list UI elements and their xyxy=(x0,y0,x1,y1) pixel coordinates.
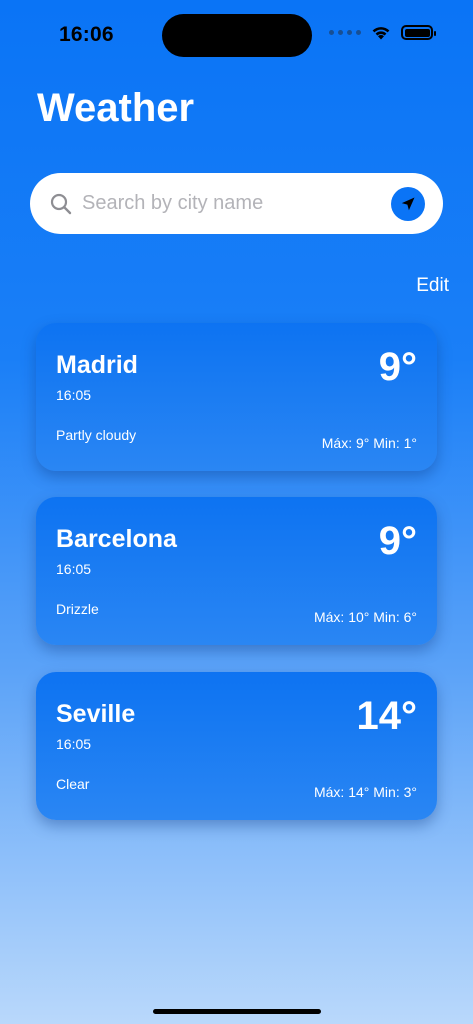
city-card-barcelona[interactable]: Barcelona 16:05 Drizzle 9° Máx: 10° Min:… xyxy=(36,497,437,645)
home-indicator[interactable] xyxy=(153,1009,321,1014)
status-icons xyxy=(329,25,436,40)
wifi-icon xyxy=(372,27,390,40)
city-local-time: 16:05 xyxy=(56,561,92,577)
city-card-seville[interactable]: Seville 16:05 Clear 14° Máx: 14° Min: 3° xyxy=(36,672,437,820)
edit-button[interactable]: Edit xyxy=(416,275,449,297)
temperature-range: Máx: 14° Min: 3° xyxy=(313,784,417,800)
city-name: Madrid xyxy=(56,351,138,379)
location-arrow-icon xyxy=(401,197,415,210)
search-input[interactable] xyxy=(82,192,391,215)
battery-icon xyxy=(401,25,436,40)
city-name: Seville xyxy=(56,700,136,728)
signal-icon xyxy=(329,30,361,35)
city-name: Barcelona xyxy=(56,525,177,553)
status-time: 16:06 xyxy=(59,23,114,46)
temperature-range: Máx: 10° Min: 6° xyxy=(313,609,417,625)
city-local-time: 16:05 xyxy=(56,387,92,403)
current-temperature: 14° xyxy=(356,694,418,738)
page-title: Weather xyxy=(37,86,195,130)
search-icon xyxy=(50,193,72,214)
current-location-button[interactable] xyxy=(391,186,425,221)
city-local-time: 16:05 xyxy=(56,736,92,752)
temperature-range: Máx: 9° Min: 1° xyxy=(321,435,417,451)
search-bar[interactable] xyxy=(30,173,443,234)
weather-condition: Drizzle xyxy=(56,601,99,617)
weather-condition: Clear xyxy=(56,776,90,792)
dynamic-island xyxy=(162,14,312,57)
current-temperature: 9° xyxy=(378,345,417,389)
current-temperature: 9° xyxy=(378,519,417,563)
city-card-madrid[interactable]: Madrid 16:05 Partly cloudy 9° Máx: 9° Mi… xyxy=(36,323,437,471)
status-bar: 16:06 xyxy=(0,0,473,70)
weather-condition: Partly cloudy xyxy=(56,427,137,443)
